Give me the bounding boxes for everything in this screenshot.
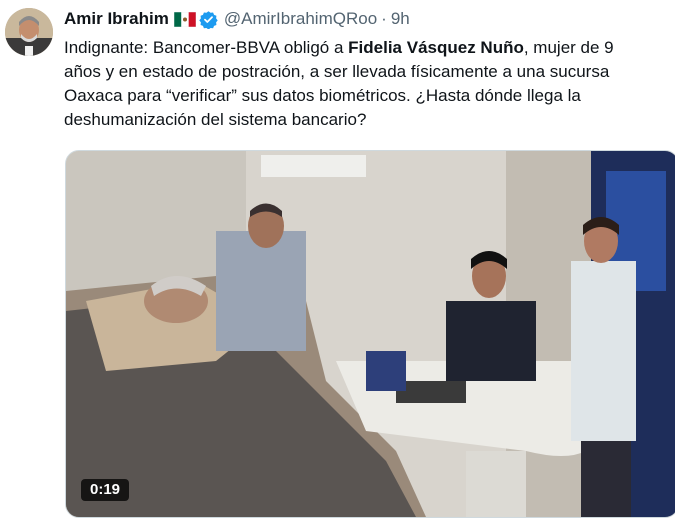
avatar-image [5, 8, 53, 56]
author-handle[interactable]: @AmirIbrahimQRoo [224, 9, 377, 29]
video-duration-badge: 0:19 [81, 479, 130, 501]
tweet-line-3: Oaxaca para “verificar” sus datos biomét… [64, 86, 581, 105]
tweet-line-1: Indignante: Bancomer-BBVA obligó a Fidel… [64, 36, 675, 60]
tweet-line-4: deshumanización del sistema bancario? [64, 110, 367, 129]
verified-badge-icon[interactable] [199, 10, 218, 30]
separator-dot: · [381, 9, 387, 28]
mexico-flag-icon [173, 11, 197, 27]
video-frame-image [66, 151, 675, 517]
tweet-line-1-pre: Indignante: Bancomer-BBVA obligó a [64, 38, 349, 57]
tweet-line-2: años y en estado de postración, a ser ll… [64, 62, 610, 81]
tweet-header: Amir Ibrahim @AmirIbrahimQRoo · 9h [64, 9, 410, 30]
video-player[interactable] [65, 150, 675, 518]
tweet-text: Indignante: Bancomer-BBVA obligó a Fidel… [64, 36, 675, 132]
author-name[interactable]: Amir Ibrahim [64, 9, 169, 29]
tweet-line-1-post: , mujer de 9 [523, 38, 614, 57]
tweet-bold-name: Fidelia Vásquez Nuño [348, 38, 524, 57]
post-time[interactable]: 9h [391, 9, 410, 29]
avatar[interactable] [5, 8, 53, 56]
